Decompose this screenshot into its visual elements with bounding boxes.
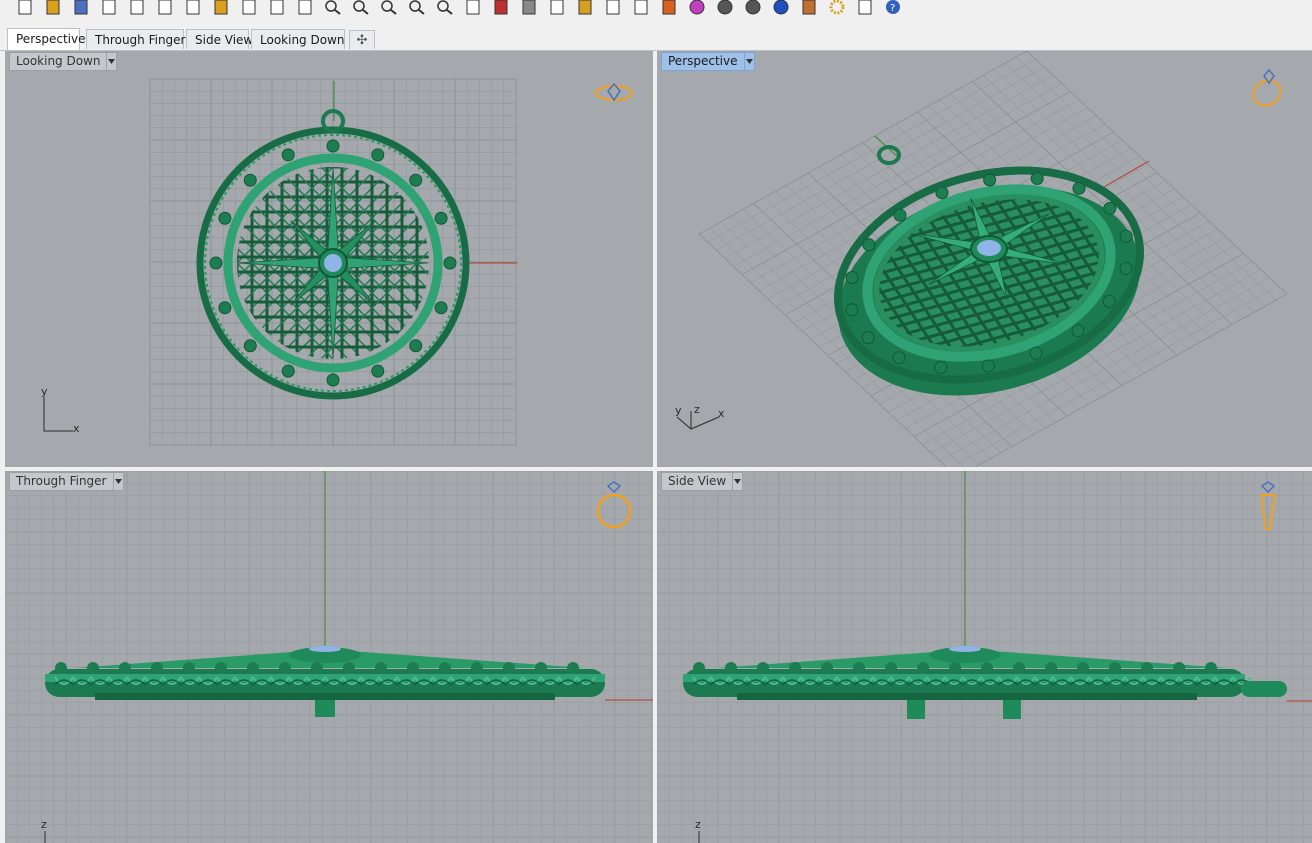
axis-z-label: z [695, 818, 701, 831]
tab-perspective[interactable]: Perspective [7, 28, 86, 50]
copy-icon[interactable] [182, 0, 204, 16]
axis-indicator: z [695, 818, 725, 843]
looking-down-scene [149, 78, 517, 446]
axis-indicator: z [41, 818, 71, 843]
print-icon[interactable] [98, 0, 120, 16]
tab-side-view[interactable]: Side View [186, 29, 253, 49]
perspective-scene [698, 51, 1288, 467]
ring-view-icon [595, 82, 633, 102]
through-finger-scene [5, 471, 653, 843]
side-view-scene [657, 471, 1312, 843]
zoom-icon[interactable] [322, 0, 344, 16]
ring-view-icon [1252, 68, 1282, 107]
ring-view-icon [1259, 481, 1277, 530]
axis-indicator: y x [41, 385, 91, 436]
car-icon[interactable] [490, 0, 512, 16]
shapes-icon[interactable] [574, 0, 596, 16]
shaded-sphere-icon[interactable] [714, 0, 736, 16]
viewport-through-finger[interactable]: Through Finger z [5, 471, 653, 843]
settings-gear-icon[interactable] [826, 0, 848, 16]
pendant-perspective-view [834, 145, 1144, 396]
viewport-label-through-finger[interactable]: Through Finger [9, 472, 124, 491]
dropdown-arrow-icon[interactable] [743, 53, 754, 70]
cut-icon[interactable] [154, 0, 176, 16]
zoom-extents-icon[interactable] [378, 0, 400, 16]
new-icon[interactable] [14, 0, 36, 16]
svg-text:?: ? [890, 3, 895, 14]
viewport-perspective[interactable]: Perspective y z x [657, 51, 1312, 467]
zoom-target-icon[interactable] [434, 0, 456, 16]
four-viewports-icon[interactable] [462, 0, 484, 16]
dropdown-arrow-icon[interactable] [106, 53, 116, 70]
undo-icon[interactable] [238, 0, 260, 16]
pan-icon[interactable] [266, 0, 288, 16]
dropdown-arrow-icon[interactable] [732, 473, 742, 490]
dimension-icon[interactable] [854, 0, 876, 16]
viewport-label-perspective[interactable]: Perspective [661, 52, 755, 71]
ring-view-icon [596, 481, 632, 529]
axis-x-label: x [73, 422, 80, 435]
pendant-side-profile [683, 646, 1287, 719]
axis-y-label: y [675, 404, 682, 417]
viewport-label-looking-down[interactable]: Looking Down [9, 52, 118, 71]
clock-icon[interactable] [546, 0, 568, 16]
paste-icon[interactable] [210, 0, 232, 16]
viewport-label-side-view[interactable]: Side View [661, 472, 744, 491]
dropdown-arrow-icon[interactable] [112, 473, 123, 490]
lock-icon[interactable] [630, 0, 652, 16]
pendant-side-profile [45, 646, 605, 717]
zoom-window-icon[interactable] [350, 0, 372, 16]
axis-indicator: y z x [675, 403, 735, 435]
axis-z-label: z [694, 403, 700, 416]
layout-icon[interactable] [518, 0, 540, 16]
rendered-sphere-icon[interactable] [742, 0, 764, 16]
pendant-top-view [196, 109, 470, 400]
import-icon[interactable] [126, 0, 148, 16]
axis-z-label: z [41, 818, 47, 831]
color-wheel-icon[interactable] [686, 0, 708, 16]
viewport-looking-down[interactable]: Looking Down y x [5, 51, 653, 467]
blue-sphere-icon[interactable] [770, 0, 792, 16]
save-icon[interactable] [70, 0, 92, 16]
pencil-icon[interactable] [798, 0, 820, 16]
tab-looking-down[interactable]: Looking Down [251, 29, 345, 49]
zoom-selected-icon[interactable] [406, 0, 428, 16]
viewport-side-view[interactable]: Side View z [657, 471, 1312, 843]
tab-through-finger[interactable]: Through Finger [86, 29, 186, 49]
rotate-view-icon[interactable] [294, 0, 316, 16]
light-icon[interactable] [602, 0, 624, 16]
add-tab-button[interactable]: ✣ [349, 30, 375, 49]
axis-y-label: y [41, 385, 48, 398]
layers-icon[interactable] [658, 0, 680, 16]
plus-icon: ✣ [356, 32, 368, 48]
main-toolbar: ? [0, 0, 1312, 20]
help-icon[interactable]: ? [882, 0, 904, 16]
viewport-tab-bar: Perspective Through Finger Side View Loo… [0, 27, 1312, 51]
open-icon[interactable] [42, 0, 64, 16]
axis-x-label: x [718, 407, 725, 420]
